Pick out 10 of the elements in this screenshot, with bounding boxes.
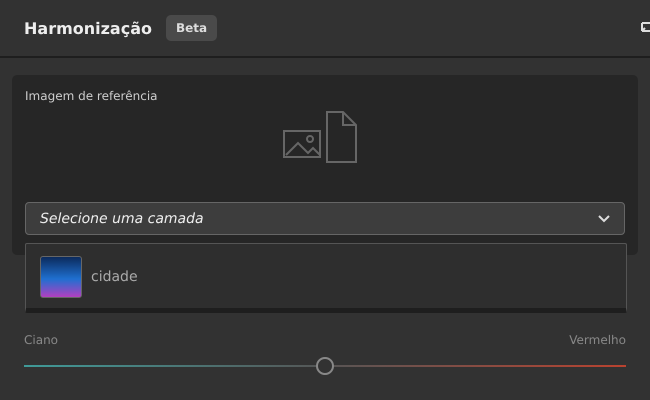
slider-right-label: Vermelho: [569, 333, 626, 347]
reference-label: Imagem de referência: [25, 89, 159, 103]
slider-thumb[interactable]: [316, 357, 334, 375]
beta-badge: Beta: [166, 15, 218, 41]
layer-dropdown[interactable]: Selecione uma camada: [25, 202, 625, 235]
chevron-down-icon: [598, 214, 610, 222]
slider-left-label: Ciano: [24, 333, 58, 347]
layer-option[interactable]: cidade: [26, 244, 626, 310]
photo-placeholder: [40, 256, 82, 298]
panel-title: Harmonização: [24, 18, 152, 38]
